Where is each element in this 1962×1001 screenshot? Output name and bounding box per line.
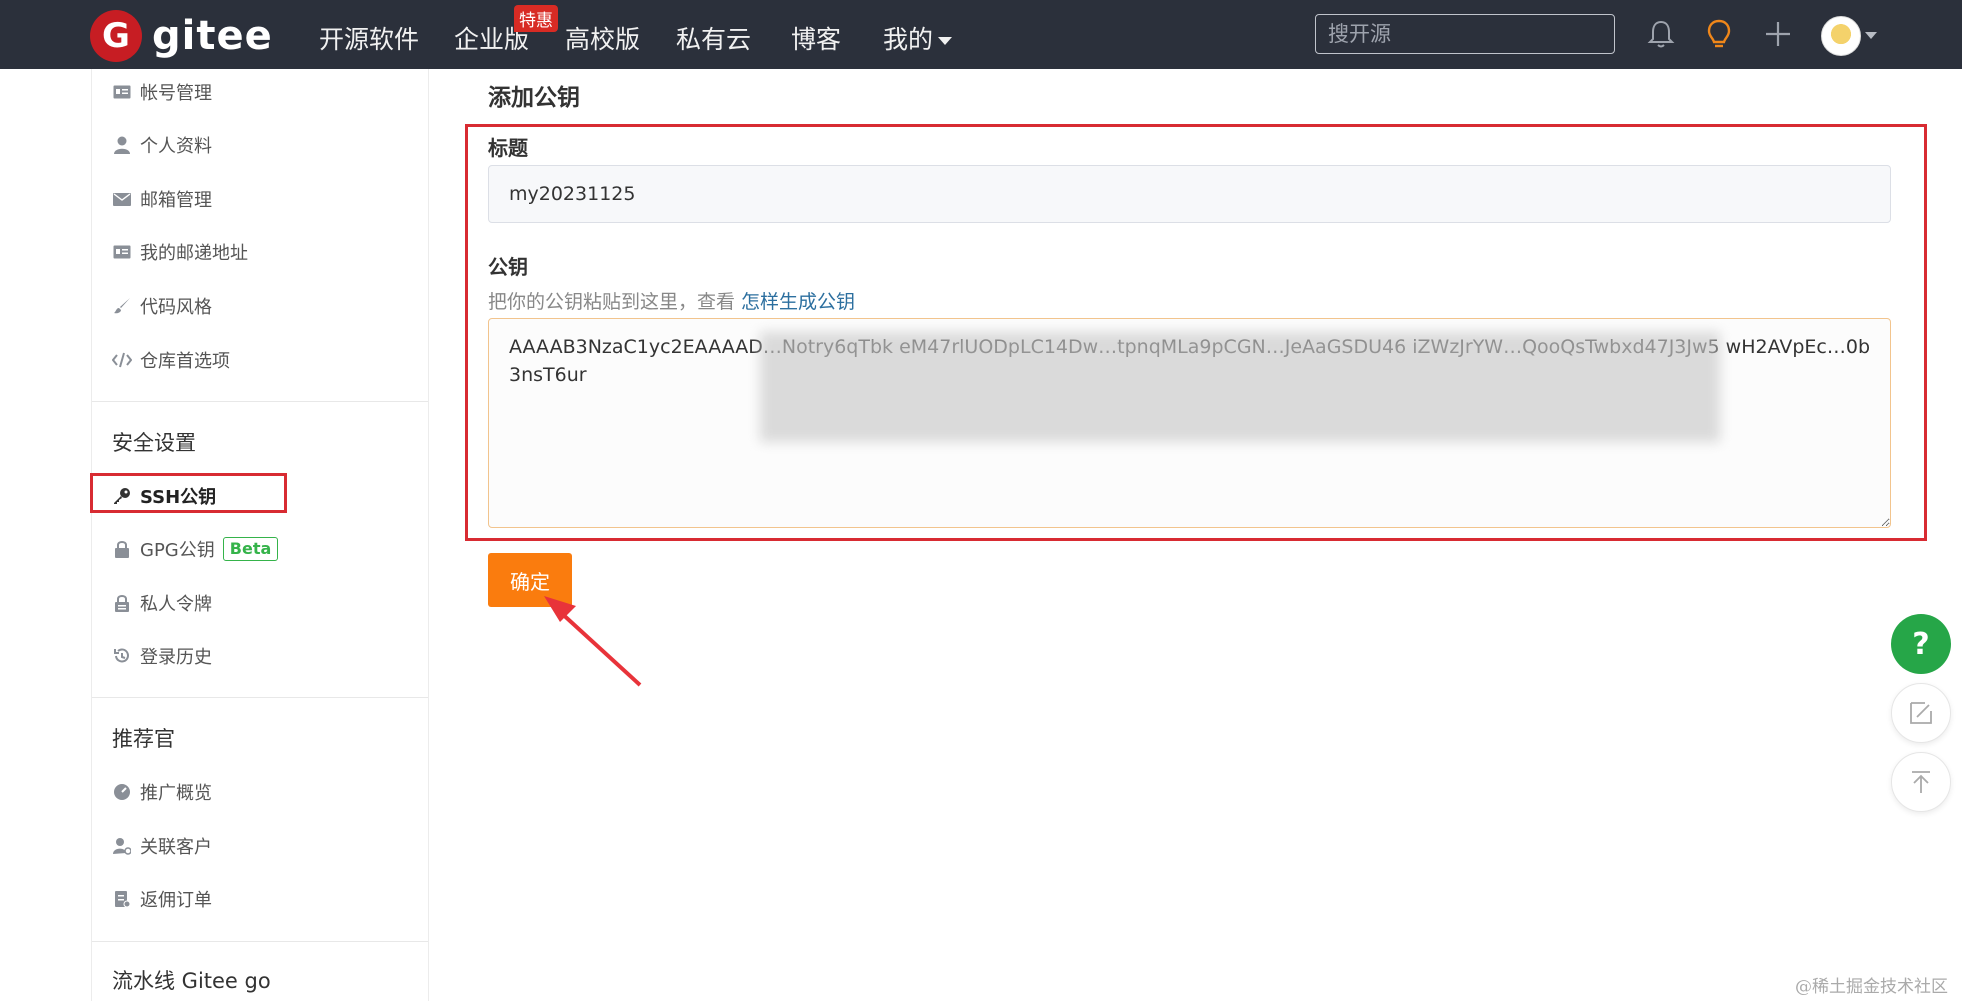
ssh-highlight-box [90,473,287,513]
token-lock-icon [112,593,132,613]
dashboard-icon [112,782,132,802]
title-label: 标题 [488,136,528,160]
gitee-logo-text: gitee [152,13,273,59]
sidebar-divider [92,941,428,942]
chevron-down-icon [938,37,953,45]
sidebar-item-label: GPG公钥 [140,540,215,561]
sidebar-heading-referral: 推荐官 [112,727,175,751]
sidebar-item-label: 返佣订单 [140,890,212,911]
sidebar-item-label: 仓库首选项 [140,351,230,372]
feedback-button[interactable] [1891,683,1951,743]
sidebar-divider [92,697,428,698]
user-link-icon [112,836,132,856]
page-title: 添加公钥 [488,85,580,111]
bell-icon[interactable] [1643,16,1679,52]
public-key-hint: 把你的公钥粘贴到这里，查看 怎样生成公钥 [488,287,855,314]
brush-icon [112,296,132,316]
envelope-icon [112,189,132,209]
avatar-chevron-down-icon[interactable] [1865,32,1877,39]
history-icon [112,646,132,666]
edit-icon [1910,702,1932,724]
plus-icon[interactable] [1760,16,1796,52]
nav-blog[interactable]: 博客 [791,20,841,56]
back-to-top-button[interactable] [1891,752,1951,812]
sidebar-item-label: 我的邮递地址 [140,243,248,264]
nav-education[interactable]: 高校版 [565,20,640,56]
nav-mine[interactable]: 我的 [883,20,953,56]
public-key-label: 公钥 [488,255,528,279]
top-navbar: G gitee 开源软件 企业版 特惠 高校版 私有云 博客 我的 [0,0,1962,69]
sidebar-item-promo-overview[interactable]: 推广概览 [112,779,212,805]
sidebar-divider [92,401,428,402]
sidebar-item-linked-customers[interactable]: 关联客户 [112,833,212,859]
sidebar-item-label: 帐号管理 [140,83,212,104]
sidebar-item-address[interactable]: 我的邮递地址 [112,239,248,265]
watermark: @稀土掘金技术社区 [1795,977,1948,997]
sidebar-item-label: 代码风格 [140,297,212,318]
address-card-icon [112,242,132,262]
sidebar-item-profile[interactable]: 个人资料 [112,132,212,158]
sidebar-item-label: 登录历史 [140,647,212,668]
gitee-logo[interactable]: G gitee [90,10,273,62]
lightbulb-icon[interactable] [1701,16,1737,52]
sidebar-item-email[interactable]: 邮箱管理 [112,186,212,212]
key-title-input[interactable] [488,165,1891,223]
sidebar-item-commission-orders[interactable]: 返佣订单 [112,886,212,912]
user-icon [112,135,132,155]
sidebar-heading-security: 安全设置 [112,431,196,455]
sidebar-item-label: 关联客户 [140,837,212,858]
user-avatar[interactable] [1821,16,1861,56]
how-to-generate-key-link[interactable]: 怎样生成公钥 [741,291,855,313]
gitee-logo-icon: G [90,10,142,62]
sidebar-item-account[interactable]: 帐号管理 [112,79,212,105]
nav-promo-badge: 特惠 [514,5,558,32]
id-card-icon [112,82,132,102]
search-input[interactable] [1315,14,1615,54]
redaction-blur [760,332,1720,442]
settings-sidebar: 帐号管理 个人资料 邮箱管理 我的邮递地址 代码风格 仓库首选项 安全设置 SS… [91,69,429,1001]
sidebar-item-login-history[interactable]: 登录历史 [112,643,212,669]
sidebar-item-gpg-keys[interactable]: GPG公钥 Beta [112,536,279,562]
sidebar-item-label: 邮箱管理 [140,190,212,211]
nav-open-source[interactable]: 开源软件 [319,20,419,56]
hint-text: 把你的公钥粘贴到这里，查看 [488,291,742,313]
nav-private-cloud[interactable]: 私有云 [676,20,751,56]
sidebar-item-tokens[interactable]: 私人令牌 [112,590,212,616]
sidebar-item-label: 个人资料 [140,136,212,157]
sidebar-item-repo-prefs[interactable]: 仓库首选项 [112,347,230,373]
help-button[interactable]: ? [1891,614,1951,674]
nav-mine-label: 我的 [883,25,934,54]
sidebar-heading-pipeline[interactable]: 流水线 Gitee go [112,965,271,995]
sidebar-item-label: 私人令牌 [140,594,212,615]
arrow-up-icon [1912,771,1930,793]
beta-badge: Beta [222,537,279,561]
code-icon [112,350,132,370]
lock-icon [112,539,132,559]
annotation-arrow-icon [544,596,642,687]
receipt-icon [112,889,132,909]
sidebar-item-label: 推广概览 [140,783,212,804]
sidebar-item-code-style[interactable]: 代码风格 [112,293,212,319]
